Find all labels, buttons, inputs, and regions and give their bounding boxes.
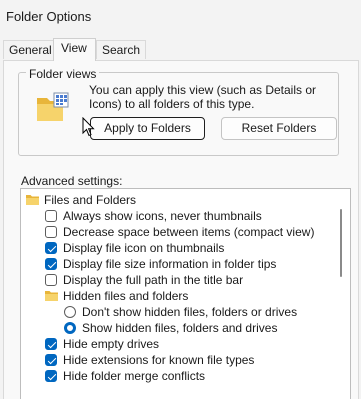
advanced-settings-label: Advanced settings:: [21, 174, 123, 188]
folder-views-heading: Folder views: [26, 67, 100, 81]
tree-item-label: Hidden files and folders: [63, 289, 189, 303]
checkbox-checked[interactable]: [45, 258, 57, 270]
folder-views-description: You can apply this view (such as Details…: [89, 83, 317, 111]
checkbox-always-show-icons[interactable]: Always show icons, never thumbnails: [44, 208, 334, 224]
radio-dont-show-hidden[interactable]: Don't show hidden files, folders or driv…: [63, 304, 335, 320]
checkbox-unchecked[interactable]: [45, 226, 57, 238]
checkbox-hide-empty-drives[interactable]: Hide empty drives: [44, 336, 334, 352]
checkbox-checked[interactable]: [45, 370, 57, 382]
tab-view[interactable]: View: [53, 38, 96, 61]
radio-selected[interactable]: [64, 322, 76, 334]
checkbox-unchecked[interactable]: [45, 210, 57, 222]
checkbox-label: Decrease space between items (compact vi…: [63, 225, 315, 239]
tree-folder-hidden-files: Hidden files and folders: [44, 288, 334, 304]
checkbox-label: Hide empty drives: [63, 337, 160, 351]
folder-icon: [26, 195, 39, 205]
tree-scrollbar-thumb[interactable]: [340, 209, 342, 277]
window-title: Folder Options: [6, 9, 92, 24]
checkbox-display-full-path[interactable]: Display the full path in the title bar: [44, 272, 334, 288]
checkbox-label: Hide extensions for known file types: [63, 353, 255, 367]
tab-search[interactable]: Search: [96, 40, 147, 59]
checkbox-unchecked[interactable]: [45, 274, 57, 286]
checkbox-hide-merge-conflicts[interactable]: Hide folder merge conflicts: [44, 368, 334, 384]
checkbox-label: Display file icon on thumbnails: [63, 241, 225, 255]
checkbox-hide-extensions[interactable]: Hide extensions for known file types: [44, 352, 334, 368]
checkbox-label: Display file size information in folder …: [63, 257, 277, 271]
reset-folders-button[interactable]: Reset Folders: [221, 117, 337, 140]
checkbox-display-file-icon[interactable]: Display file icon on thumbnails: [44, 240, 334, 256]
checkbox-decrease-space[interactable]: Decrease space between items (compact vi…: [44, 224, 334, 240]
folder-icon: [45, 291, 58, 301]
title-bar: Folder Options: [0, 0, 361, 33]
checkbox-label: Hide folder merge conflicts: [63, 369, 206, 383]
tree-item-label: Files and Folders: [44, 193, 137, 207]
checkbox-display-file-size[interactable]: Display file size information in folder …: [44, 256, 334, 272]
radio-unselected[interactable]: [64, 306, 76, 318]
radio-show-hidden[interactable]: Show hidden files, folders and drives: [63, 320, 335, 336]
tab-strip: General View Search: [3, 38, 361, 61]
radio-label: Don't show hidden files, folders or driv…: [82, 305, 298, 319]
radio-label: Show hidden files, folders and drives: [82, 321, 278, 335]
tree-folder-files-and-folders: Files and Folders: [24, 192, 334, 208]
tab-general[interactable]: General: [3, 40, 58, 59]
checkbox-checked[interactable]: [45, 338, 57, 350]
mouse-pointer-icon: [82, 117, 95, 137]
checkbox-checked[interactable]: [45, 354, 57, 366]
checkbox-label: Always show icons, never thumbnails: [63, 209, 262, 223]
checkbox-label: Display the full path in the title bar: [63, 273, 244, 287]
checkbox-checked[interactable]: [45, 242, 57, 254]
apply-to-folders-button[interactable]: Apply to Folders: [90, 117, 205, 140]
folder-views-icon: [37, 92, 69, 121]
